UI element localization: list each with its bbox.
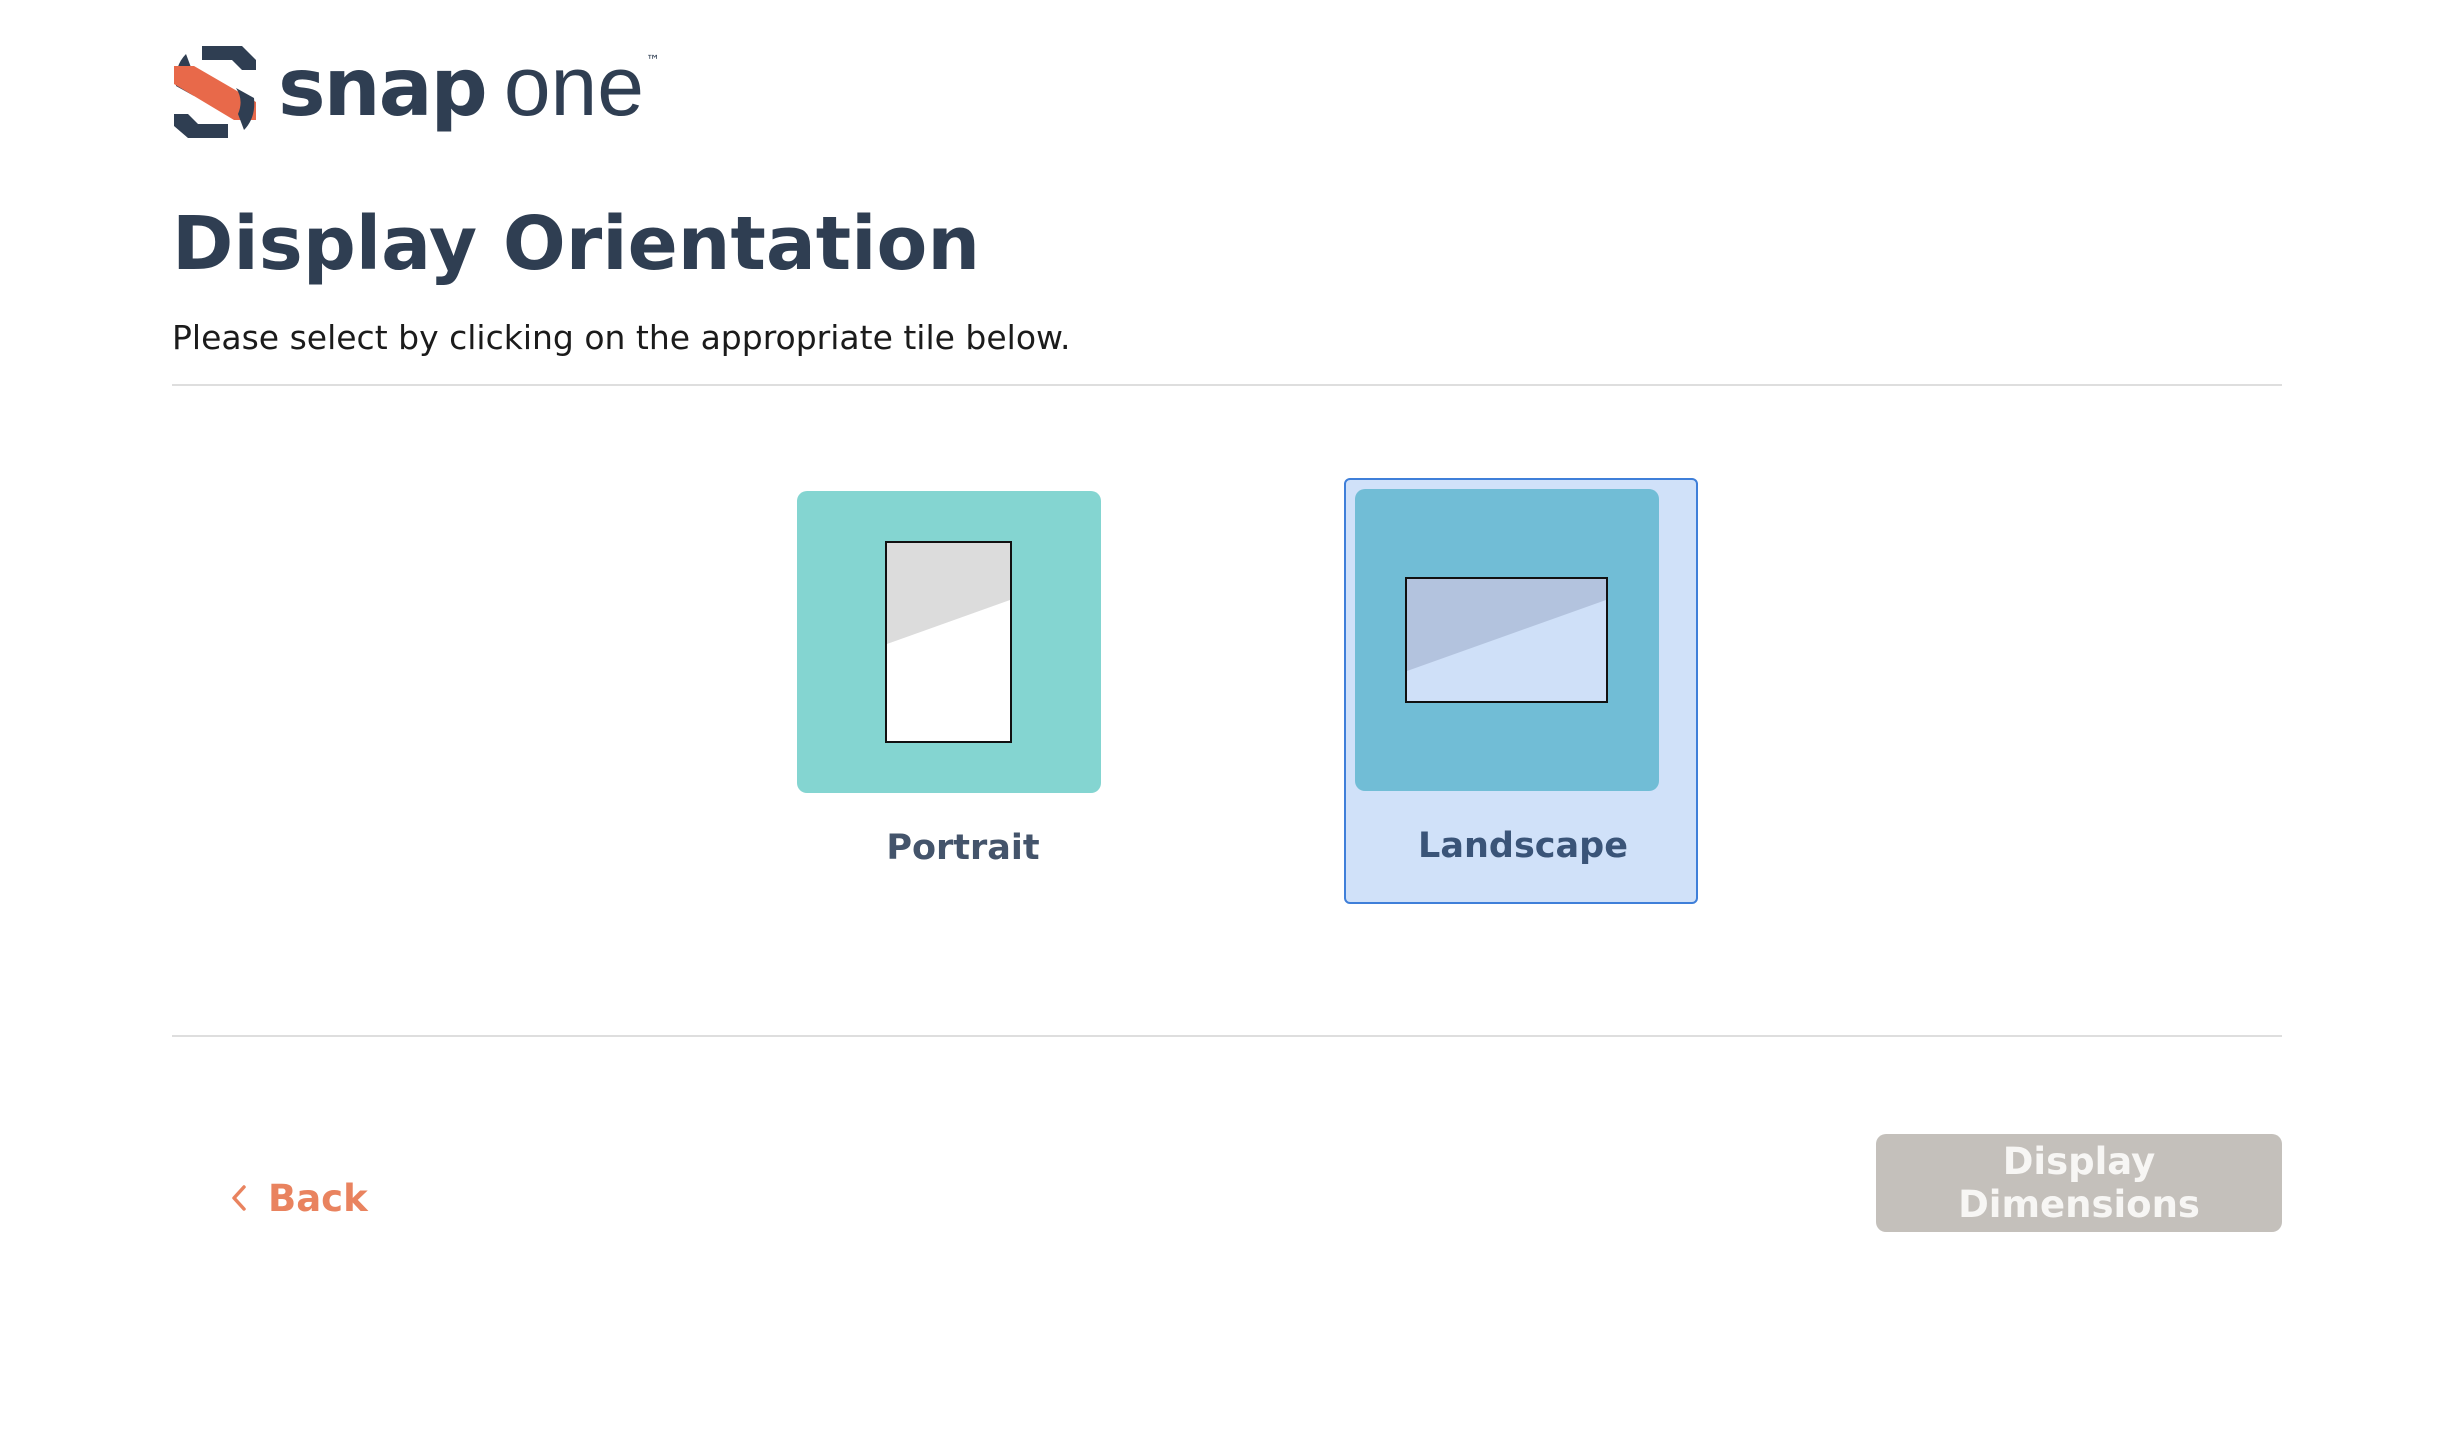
back-button-label: Back (268, 1176, 368, 1220)
page-instructions: Please select by clicking on the appropr… (172, 318, 1071, 357)
page-title: Display Orientation (172, 201, 981, 287)
display-dimensions-button[interactable]: Display Dimensions (1876, 1134, 2282, 1232)
portrait-screen-icon (885, 541, 1012, 743)
landscape-screen-icon (1405, 577, 1608, 703)
logo-trademark: ™ (645, 53, 660, 69)
snap-one-logo-mark-icon (174, 46, 256, 138)
landscape-tile[interactable]: Landscape (1344, 478, 1698, 904)
landscape-tile-label: Landscape (1418, 826, 1628, 866)
logo-wordmark-one: one (503, 39, 644, 133)
portrait-tile-art (797, 491, 1101, 793)
portrait-tile-label: Portrait (886, 828, 1040, 868)
logo-wordmark: snap one ™ (278, 44, 660, 128)
header-divider (172, 384, 2282, 386)
back-button[interactable]: Back (228, 1168, 368, 1228)
footer-divider (172, 1035, 2282, 1037)
snap-one-logo: snap one ™ (172, 44, 660, 140)
landscape-tile-art (1355, 489, 1659, 791)
portrait-tile[interactable]: Portrait (786, 480, 1140, 904)
setup-page: snap one ™ Display Orientation Please se… (172, 0, 2282, 1450)
chevron-left-icon (232, 1185, 246, 1211)
logo-wordmark-snap: snap (278, 41, 488, 134)
